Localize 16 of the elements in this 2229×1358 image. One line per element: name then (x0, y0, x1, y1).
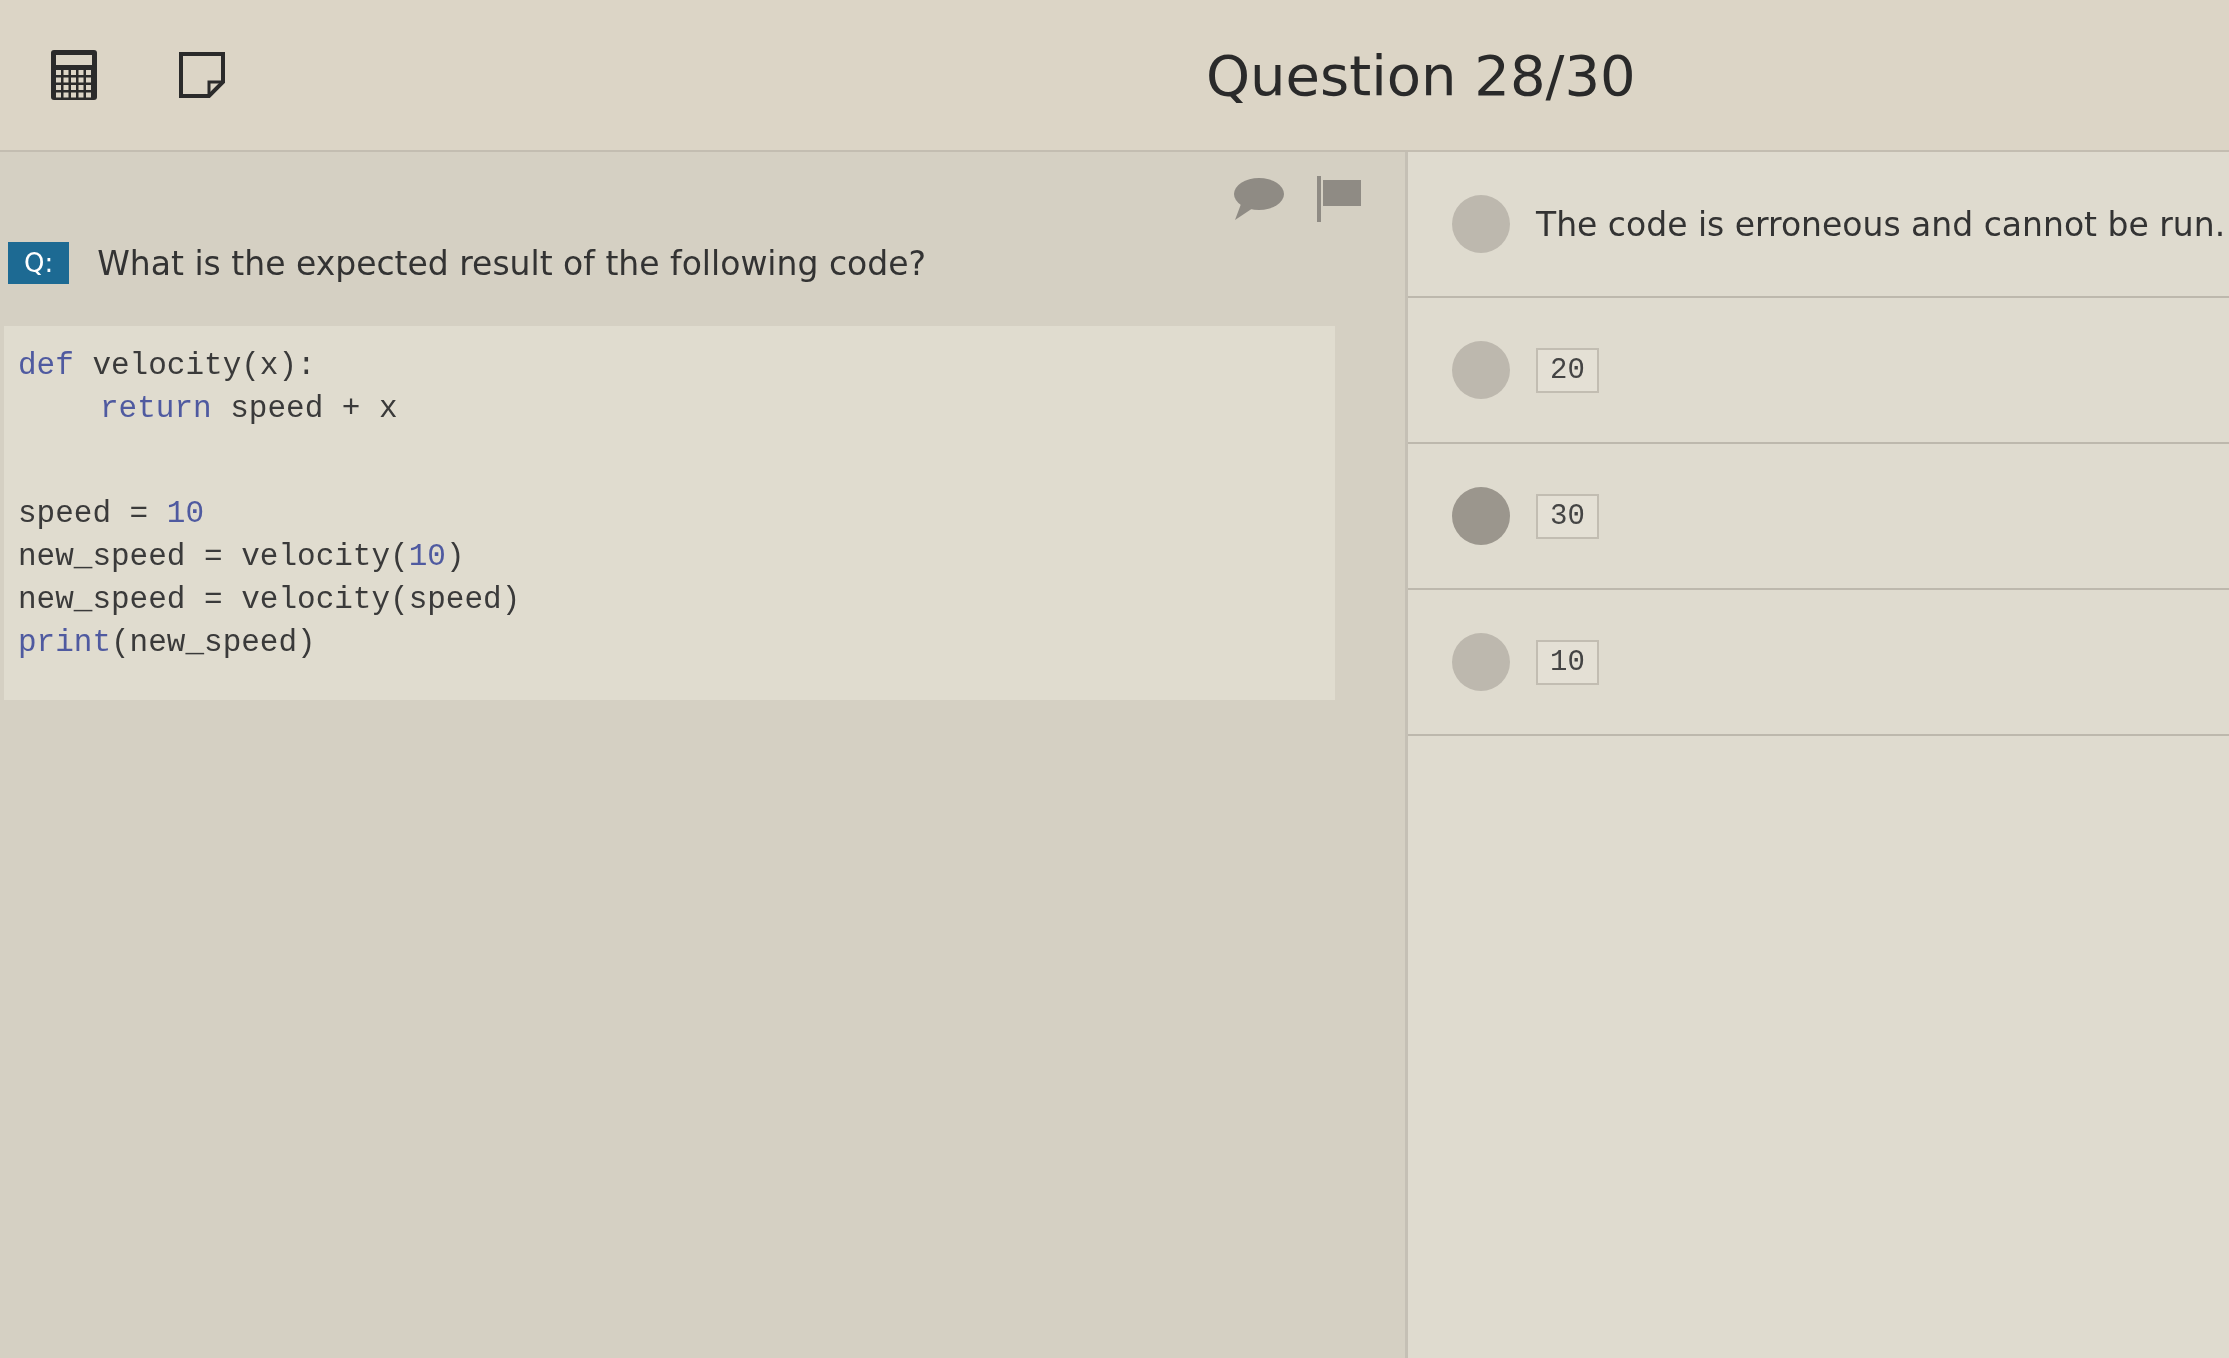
code-line: new_speed = velocity(speed) (18, 582, 522, 617)
calculator-icon[interactable] (50, 49, 98, 101)
answer-option[interactable]: 30 (1536, 493, 1599, 539)
code-line: speed = 10 (18, 496, 206, 531)
question-badge: Q: (8, 242, 70, 284)
code-line: def velocity(x): (18, 348, 317, 383)
answer-option[interactable]: 20 (1536, 347, 1599, 393)
comment-icon[interactable] (1231, 176, 1285, 222)
code-line: return speed + x (99, 391, 399, 426)
code-line: new_speed = velocity(10) (18, 539, 466, 574)
answer-option[interactable]: 10 (1536, 639, 1599, 685)
question-counter: Question 28/30 (1206, 42, 1636, 108)
note-icon[interactable] (178, 51, 226, 99)
question-text: What is the expected result of the following code? (97, 243, 926, 283)
code-line: print(new_speed) (18, 625, 317, 660)
answer-option[interactable]: The code is erroneous and cannot be run. (1536, 204, 2226, 244)
